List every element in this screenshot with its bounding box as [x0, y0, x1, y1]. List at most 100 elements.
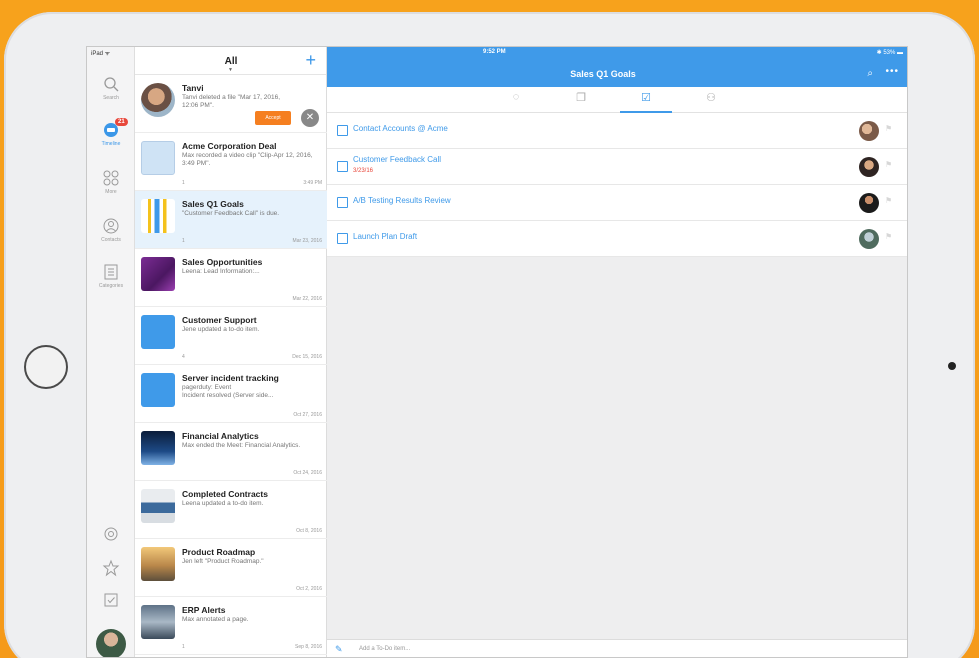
list-item[interactable]: Tanvi Tanvi deleted a file "Mar 17, 2016… — [135, 75, 327, 133]
list-item[interactable]: Financial Analytics Max ended the Meet: … — [135, 423, 327, 481]
status-time: 9:52 PM — [483, 49, 506, 55]
rail-more-label: More — [105, 189, 117, 195]
todo-row[interactable]: Contact Accounts @ Acme ⚑ — [327, 113, 907, 149]
tab-files[interactable]: ❐ — [555, 91, 607, 113]
list-item-date: Dec 15, 2016 — [292, 354, 322, 360]
chat-icon — [141, 315, 175, 349]
contracts-thumbnail — [141, 489, 175, 523]
roadmap-thumbnail — [141, 547, 175, 581]
todo-label[interactable]: Customer Feedback Call — [353, 155, 441, 164]
list-item-text: Jene updated a to-do item. — [182, 326, 260, 333]
rail-timeline[interactable]: 21 Timeline — [87, 118, 135, 147]
page-title: Sales Q1 Goals — [570, 69, 636, 79]
camera-dot — [948, 362, 956, 370]
chevron-down-icon: ▼ — [228, 67, 233, 73]
list-item-date: Oct 24, 2016 — [293, 470, 322, 476]
list-item[interactable]: Product Roadmap Jen left "Product Roadma… — [135, 539, 327, 597]
list-item-date: Oct 2, 2016 — [296, 586, 322, 592]
list-item-text: Leena updated a to-do item. — [182, 500, 264, 507]
list-item-text: Max ended the Meet: Financial Analytics. — [182, 442, 301, 449]
list-item-title: ERP Alerts — [182, 605, 226, 615]
list-item[interactable]: ERP Alerts Max annotated a page. 1 Sep 8… — [135, 597, 327, 655]
analytics-thumbnail — [141, 431, 175, 465]
flag-icon[interactable]: ⚑ — [885, 160, 892, 169]
list-header: All ▼ + — [135, 47, 326, 75]
categories-icon — [104, 264, 118, 280]
icon-rail: iPad ᯤ Search 21 Timeline More Contacts … — [87, 47, 135, 657]
add-todo-input[interactable]: Add a To-Do item... — [359, 646, 410, 652]
user-avatar[interactable] — [96, 629, 126, 657]
accept-button[interactable]: Accept — [255, 111, 291, 125]
list-item-date: Oct 27, 2016 — [293, 412, 322, 418]
search-icon[interactable]: ⌕ — [867, 68, 873, 79]
app-screen: iPad ᯤ Search 21 Timeline More Contacts … — [86, 46, 908, 658]
add-todo-icon[interactable]: ✎ — [335, 644, 343, 655]
rail-more[interactable]: More — [87, 169, 135, 195]
list-item-title: Server incident tracking — [182, 373, 279, 383]
chart-thumbnail — [141, 199, 175, 233]
todo-checkbox[interactable] — [337, 161, 348, 172]
list-item[interactable]: Customer Support Jene updated a to-do it… — [135, 307, 327, 365]
todo-row[interactable]: Launch Plan Draft ⚑ — [327, 221, 907, 257]
todo-checkbox[interactable] — [337, 197, 348, 208]
list-item-title: Sales Opportunities — [182, 257, 263, 267]
at-sign-icon — [104, 527, 118, 541]
todo-checkbox[interactable] — [337, 125, 348, 136]
rail-timeline-label: Timeline — [101, 141, 121, 147]
status-battery: ✱ 53% ▬ — [876, 50, 903, 56]
rail-todos[interactable] — [87, 591, 135, 609]
close-icon[interactable]: ✕ — [301, 109, 319, 127]
list-item[interactable]: Sales Opportunities Leena: Lead Informat… — [135, 249, 327, 307]
list-item-title: Customer Support — [182, 315, 257, 325]
list-item-date: Sep 8, 2016 — [295, 644, 322, 650]
rail-favorites[interactable] — [87, 559, 135, 577]
tab-chat[interactable]: ◌ — [490, 91, 542, 113]
list-item-date: Mar 23, 2016 — [292, 238, 322, 244]
detail-tabs: ◌ ❐ ☑ ⚇ — [327, 87, 907, 113]
todo-due-date: 3/23/16 — [353, 168, 374, 174]
todo-label[interactable]: Launch Plan Draft — [353, 232, 417, 241]
home-button[interactable] — [24, 345, 68, 389]
tab-todos[interactable]: ☑ — [620, 91, 672, 113]
rail-contacts-label: Contacts — [101, 237, 121, 243]
contacts-icon — [103, 218, 119, 234]
flag-icon[interactable]: ⚑ — [885, 232, 892, 241]
list-item[interactable]: Sales Q1 Goals "Customer Feedback Call" … — [135, 191, 327, 249]
avatar — [141, 83, 175, 117]
add-stream-button[interactable]: + — [305, 51, 316, 69]
list-item-date: 3:49 PM — [303, 180, 322, 186]
rail-contacts[interactable]: Contacts — [87, 217, 135, 243]
todo-label[interactable]: A/B Testing Results Review — [353, 196, 451, 205]
more-icon[interactable]: ••• — [885, 66, 899, 77]
list-item-title: Sales Q1 Goals — [182, 199, 244, 209]
todo-row[interactable]: A/B Testing Results Review ⚑ — [327, 185, 907, 221]
list-filter-title[interactable]: All — [135, 56, 327, 67]
rail-search[interactable]: Search — [87, 75, 135, 101]
flag-icon[interactable]: ⚑ — [885, 124, 892, 133]
todo-row[interactable]: Customer Feedback Call 3/23/16 ⚑ — [327, 149, 907, 185]
chat-icon — [141, 373, 175, 407]
list-item-meta: 1 — [182, 644, 185, 650]
tab-members[interactable]: ⚇ — [685, 91, 737, 113]
video-thumbnail — [141, 141, 175, 175]
rail-categories[interactable]: Categories — [87, 263, 135, 289]
avatar — [859, 229, 879, 249]
list-item-meta: 1 — [182, 238, 185, 244]
avatar — [859, 121, 879, 141]
todo-checkbox[interactable] — [337, 233, 348, 244]
list-item[interactable]: Server incident tracking pagerduty: Even… — [135, 365, 327, 423]
list-item-title: Acme Corporation Deal — [182, 141, 277, 151]
star-icon — [102, 559, 120, 577]
list-item-date: Mar 22, 2016 — [292, 296, 322, 302]
list-item-text: Max annotated a page. — [182, 616, 249, 623]
rail-categories-label: Categories — [98, 283, 124, 289]
list-item[interactable]: Acme Corporation Deal Max recorded a vid… — [135, 133, 327, 191]
list-item[interactable]: Completed Contracts Leena updated a to-d… — [135, 481, 327, 539]
add-todo-bar: ✎ Add a To-Do item... — [327, 639, 907, 657]
list-item-title: Product Roadmap — [182, 547, 256, 557]
rail-mentions[interactable] — [87, 525, 135, 543]
purple-thumbnail — [141, 257, 175, 291]
detail-pane: 9:52 PM ✱ 53% ▬ Sales Q1 Goals ⌕ ••• ◌ ❐… — [327, 47, 907, 657]
todo-label[interactable]: Contact Accounts @ Acme — [353, 124, 448, 133]
flag-icon[interactable]: ⚑ — [885, 196, 892, 205]
